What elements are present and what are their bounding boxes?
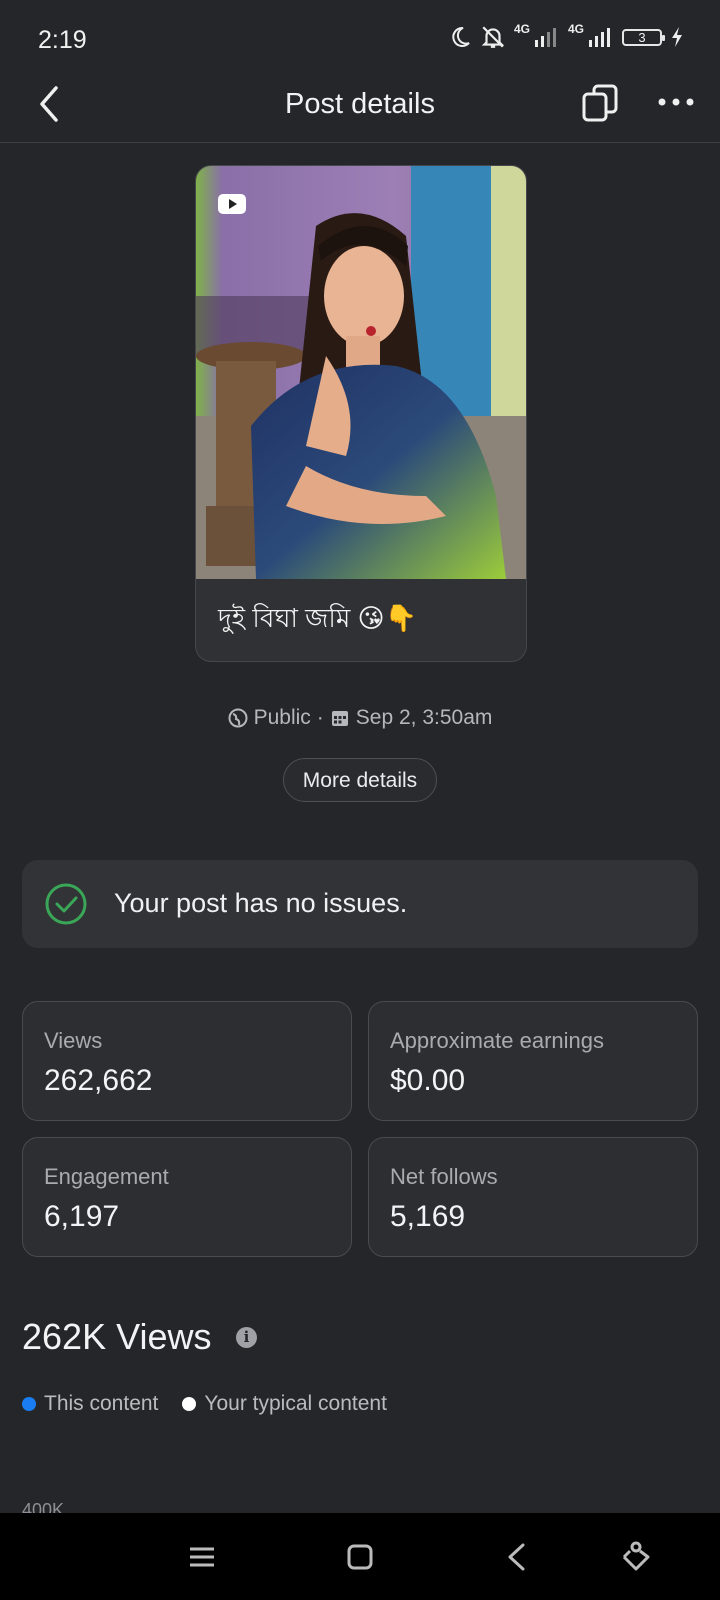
- legend-item-this-content: This content: [22, 1392, 158, 1416]
- calendar-icon: [331, 711, 348, 726]
- thumbnail-image: [196, 166, 526, 579]
- network-type-2: 4G: [567, 22, 584, 36]
- home-square-icon[interactable]: [340, 1537, 380, 1577]
- visibility-label: Public: [253, 706, 311, 729]
- more-details-button[interactable]: More details: [283, 758, 437, 802]
- app-bar: Post details: [0, 82, 720, 143]
- post-meta: Public · Sep 2, 3:50am: [0, 706, 720, 730]
- stat-value: 6,197: [44, 1200, 120, 1233]
- check-circle-icon: [45, 883, 87, 925]
- status-bar: 2:19 4G 4G 3: [0, 0, 720, 82]
- issues-text: Your post has no issues.: [114, 888, 408, 918]
- youtube-icon: [218, 194, 246, 214]
- stat-value: 262,662: [44, 1064, 153, 1097]
- post-preview-card[interactable]: দুই বিঘা জমি 😘👇: [195, 165, 527, 662]
- meta-separator: ·: [316, 706, 324, 729]
- post-date: Sep 2, 3:50am: [355, 706, 493, 729]
- post-caption: দুই বিঘা জমি 😘👇: [218, 603, 417, 633]
- chart-legend: This content Your typical content: [22, 1392, 411, 1416]
- bell-off-icon: [481, 26, 505, 48]
- assistant-icon[interactable]: [616, 1537, 656, 1577]
- stat-label: Approximate earnings: [390, 1028, 605, 1053]
- post-thumbnail[interactable]: [196, 166, 526, 579]
- status-icons: 4G 4G 3: [448, 22, 684, 50]
- battery-icon: 3: [622, 28, 665, 46]
- charging-icon: [672, 27, 682, 47]
- stat-value: $0.00: [390, 1064, 466, 1097]
- legend-item-typical-content: Your typical content: [182, 1392, 387, 1416]
- network-type-1: 4G: [513, 22, 530, 36]
- signal-icon: [534, 28, 556, 47]
- battery-level: 3: [638, 29, 646, 45]
- issues-banner: Your post has no issues.: [22, 860, 698, 948]
- stat-label: Engagement: [44, 1164, 169, 1189]
- stat-label: Views: [44, 1028, 103, 1053]
- system-nav-bar: [0, 1513, 720, 1600]
- legend-dot: [22, 1397, 36, 1411]
- signal-icon: [589, 28, 610, 47]
- more-icon[interactable]: [656, 90, 696, 114]
- stat-label: Net follows: [390, 1164, 498, 1189]
- info-icon[interactable]: i: [236, 1327, 257, 1348]
- status-time: 2:19: [38, 26, 87, 54]
- views-heading: 262K Views: [22, 1316, 212, 1357]
- moon-icon: [452, 26, 470, 47]
- legend-label: This content: [44, 1392, 159, 1415]
- legend-label: Your typical content: [204, 1392, 387, 1415]
- globe-icon: [228, 708, 248, 728]
- stat-card-net-follows[interactable]: Net follows 5,169: [368, 1137, 698, 1257]
- stat-card-views[interactable]: Views 262,662: [22, 1001, 352, 1121]
- menu-icon[interactable]: [182, 1537, 222, 1577]
- legend-dot: [182, 1397, 197, 1411]
- copy-icon[interactable]: [580, 82, 624, 126]
- back-chevron-icon[interactable]: [498, 1537, 538, 1577]
- stat-card-earnings[interactable]: Approximate earnings $0.00: [368, 1001, 698, 1121]
- stat-value: 5,169: [390, 1200, 466, 1233]
- stat-card-engagement[interactable]: Engagement 6,197: [22, 1137, 352, 1257]
